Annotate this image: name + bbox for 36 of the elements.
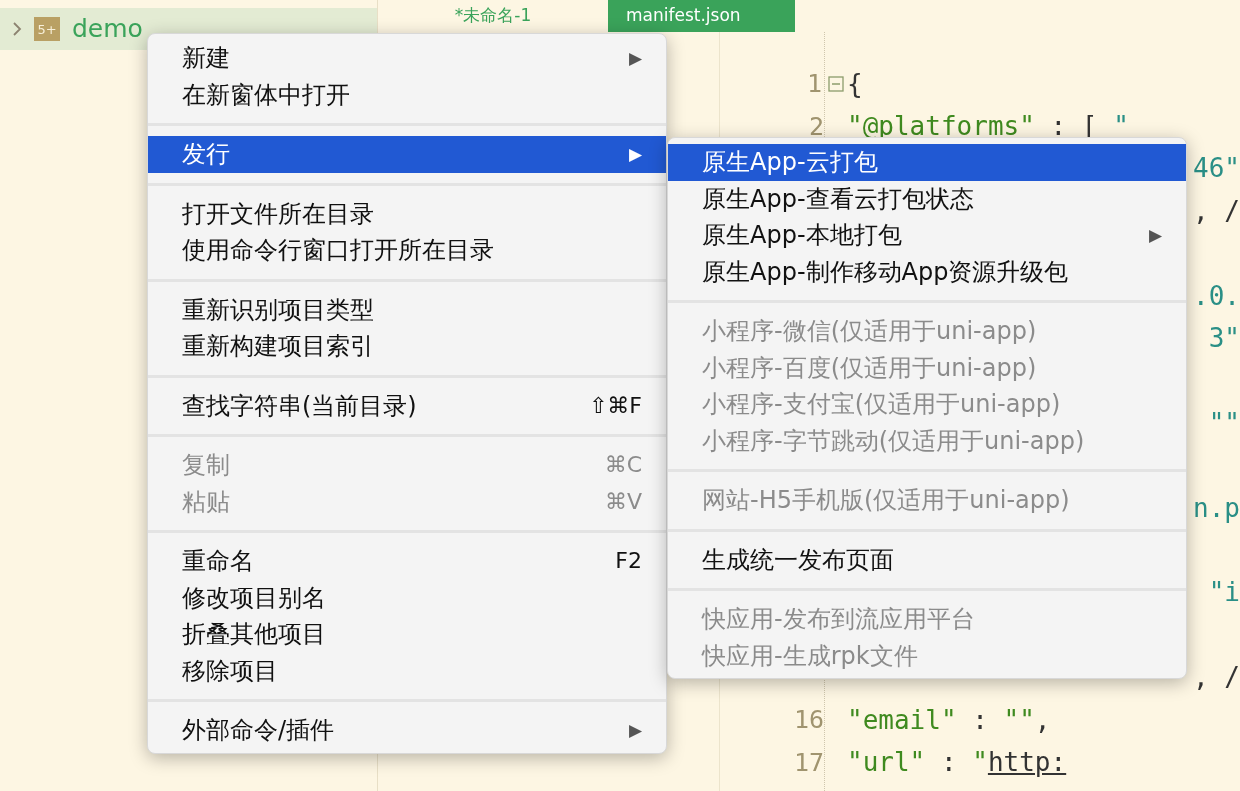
menu-item[interactable]: 使用命令行窗口打开所在目录	[148, 232, 666, 269]
menu-item[interactable]: 在新窗体中打开	[148, 76, 666, 113]
code-line: "i	[1208, 576, 1240, 610]
menu-item[interactable]: 重新构建项目索引	[148, 328, 666, 365]
code-line: , /	[1193, 661, 1240, 695]
line-number: 17	[793, 746, 824, 779]
code-line: .0.	[1193, 279, 1240, 313]
menu-item[interactable]: 原生App-制作移动App资源升级包	[668, 253, 1186, 290]
menu-item[interactable]: 修改项目别名	[148, 579, 666, 616]
code-line: 46"	[1193, 152, 1240, 186]
line-number: 1	[806, 68, 822, 101]
code-line: n.p	[1193, 491, 1240, 525]
menu-item[interactable]: 外部命令/插件 ▶	[148, 712, 666, 749]
menu-item[interactable]: 原生App-查看云打包状态	[668, 180, 1186, 217]
fold-toggle-icon[interactable]	[828, 76, 844, 93]
code-line: ""	[1208, 406, 1240, 440]
menu-item[interactable]: 折叠其他项目	[148, 616, 666, 653]
menu-item[interactable]: 原生App-本地打包 ▶	[668, 217, 1186, 254]
menu-item[interactable]: 原生App-云打包	[668, 144, 1186, 181]
menu-item[interactable]: 打开文件所在目录	[148, 195, 666, 232]
code-line: "email" : "",	[847, 703, 1051, 737]
menu-item[interactable]: 重新识别项目类型	[148, 291, 666, 328]
chevron-right-icon[interactable]	[12, 22, 22, 36]
menu-item[interactable]: 发行 ▶	[148, 136, 666, 173]
line-number: 16	[793, 704, 824, 737]
code-line: {	[847, 67, 863, 101]
project-type-icon: 5+	[34, 17, 60, 41]
code-line: , /	[1193, 194, 1240, 228]
menu-item[interactable]: 查找字符串(当前目录) ⇧⌘F	[148, 387, 666, 424]
code-line: "url" : "http:	[847, 745, 1067, 779]
menu-item[interactable]: 重命名 F2	[148, 543, 666, 580]
menu-item[interactable]: 移除项目	[148, 652, 666, 689]
menu-item[interactable]: 生成统一发布页面	[668, 541, 1186, 578]
code-line: 3"	[1208, 322, 1240, 356]
project-name: demo	[72, 13, 143, 46]
line-number: 2	[808, 110, 824, 143]
